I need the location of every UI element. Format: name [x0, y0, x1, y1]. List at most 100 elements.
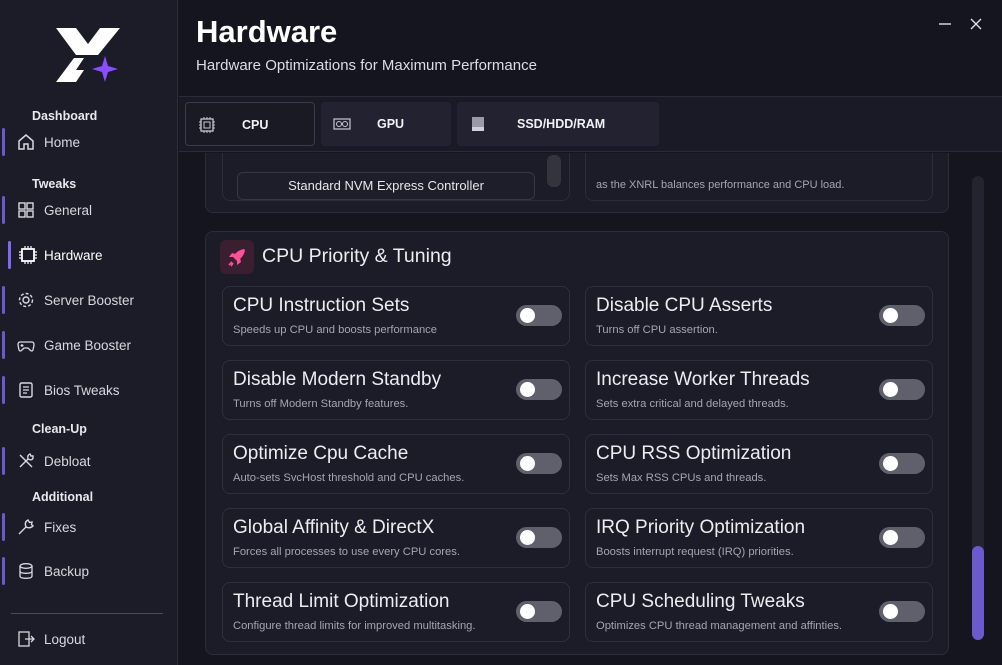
cpu-icon [199, 117, 215, 133]
sidebar-item-label: Bios Tweaks [44, 382, 120, 398]
tweak-card: Optimize Cpu Cache Auto-sets SvcHost thre… [222, 434, 570, 494]
logout-label: Logout [44, 631, 86, 647]
tweak-description: as the XNRL balances performance and CPU… [596, 179, 845, 191]
tweak-toggle[interactable] [516, 601, 562, 622]
tweak-description: Optimizes CPU thread management and affi… [596, 620, 843, 632]
sidebar-item-fixes[interactable]: Fixes [0, 509, 170, 545]
tweak-toggle[interactable] [879, 305, 925, 326]
toggle-knob [883, 530, 898, 545]
tweak-title: CPU Instruction Sets [233, 295, 410, 316]
section-label-cleanup: Clean-Up [32, 422, 87, 436]
logout-button[interactable]: Logout [0, 621, 170, 657]
sidebar-item-bios-tweaks[interactable]: Bios Tweaks [0, 372, 170, 408]
tab-cpu[interactable]: CPU [185, 102, 315, 146]
gpu-icon [333, 118, 351, 130]
tweak-card: Disable CPU Asserts Turns off CPU asserti… [585, 286, 933, 346]
tweak-toggle[interactable] [516, 527, 562, 548]
sidebar-item-home[interactable]: Home [0, 124, 170, 160]
sidebar-item-label: Server Booster [44, 292, 135, 308]
sidebar-item-label: Game Booster [44, 337, 132, 353]
sidebar-item-label: General [44, 202, 93, 218]
tweak-description: Sets extra critical and delayed threads. [596, 398, 789, 410]
sidebar-item-label: Debloat [44, 453, 91, 469]
nav-indicator [2, 286, 5, 314]
scrollbar-thumb[interactable] [972, 546, 984, 640]
tweak-description: Boosts interrupt request (IRQ) prioritie… [596, 546, 794, 558]
toggle-knob [520, 308, 535, 323]
section-icon-box [220, 240, 254, 274]
tweak-card: Increase Worker Threads Sets extra critic… [585, 360, 933, 420]
nvm-controller-item[interactable]: Standard NVM Express Controller [237, 172, 535, 200]
sidebar-item-hardware[interactable]: Hardware [0, 237, 170, 273]
gamepad-icon [17, 341, 35, 352]
tweak-toggle[interactable] [879, 601, 925, 622]
page-subtitle: Hardware Optimizations for Maximum Perfo… [196, 57, 537, 74]
tweak-card: Thread Limit Optimization Configure threa… [222, 582, 570, 642]
tab-label: SSD/HDD/RAM [517, 117, 606, 131]
toggle-knob [883, 604, 898, 619]
sidebar-item-label: Backup [44, 563, 90, 579]
sidebar-item-label: Home [44, 134, 81, 150]
tab-label: GPU [377, 117, 405, 131]
sidebar-item-server-booster[interactable]: Server Booster [0, 282, 170, 318]
tweak-description: Turns off Modern Standby features. [233, 398, 409, 410]
tweak-toggle[interactable] [516, 305, 562, 326]
minimize-button[interactable] [935, 14, 955, 34]
page-title: Hardware [196, 14, 338, 49]
toggle-knob [520, 456, 535, 471]
tweak-title: CPU RSS Optimization [596, 443, 792, 464]
sidebar-item-game-booster[interactable]: Game Booster [0, 327, 170, 363]
tab-ssd-hdd-ram[interactable]: SSD/HDD/RAM [457, 102, 659, 146]
content-scroll-area[interactable]: Standard NVM Express Controller as the X… [179, 153, 961, 665]
nav-indicator [2, 331, 5, 359]
tab-label: CPU [242, 118, 269, 132]
tab-gpu[interactable]: GPU [321, 102, 451, 146]
main-scrollbar[interactable] [972, 176, 984, 640]
toggle-knob [520, 604, 535, 619]
toggle-knob [883, 456, 898, 471]
grid-icon [18, 202, 34, 218]
nav-indicator-active [8, 241, 11, 269]
tweak-description: Speeds up CPU and boosts performance [233, 324, 437, 336]
tab-bar: CPU GPU SSD/HDD/RAM [179, 96, 1002, 152]
tweak-description: Configure thread limits for improved mul… [233, 620, 476, 632]
sidebar-item-label: Hardware [44, 247, 103, 263]
tweak-title: Global Affinity & DirectX [233, 517, 435, 538]
tweak-toggle[interactable] [879, 453, 925, 474]
drive-icon [472, 117, 484, 131]
tweak-title: Increase Worker Threads [596, 369, 810, 390]
app-logo [56, 28, 120, 82]
tweak-description: Auto-sets SvcHost threshold and CPU cach… [233, 472, 465, 484]
nav-indicator [2, 447, 5, 475]
tweak-toggle[interactable] [516, 379, 562, 400]
tweak-card: Global Affinity & DirectX Forces all proc… [222, 508, 570, 568]
tweak-description: Turns off CPU assertion. [596, 324, 718, 336]
tweak-card: Disable Modern Standby Turns off Modern S… [222, 360, 570, 420]
toggle-knob [883, 382, 898, 397]
close-button[interactable] [966, 14, 986, 34]
sidebar-item-debloat[interactable]: Debloat [0, 443, 170, 479]
sidebar-item-backup[interactable]: Backup [0, 553, 170, 589]
section-label-dashboard: Dashboard [32, 109, 98, 123]
tweak-card: CPU RSS Optimization Sets Max RSS CPUs an… [585, 434, 933, 494]
tweak-title: Disable Modern Standby [233, 369, 442, 390]
section-label-additional: Additional [32, 490, 94, 504]
controller-list-panel: Standard NVM Express Controller [222, 153, 570, 201]
sidebar-divider [11, 613, 163, 614]
sidebar-item-general[interactable]: General [0, 192, 170, 228]
nav-indicator [2, 513, 5, 541]
toggle-knob [883, 308, 898, 323]
sidebar-item-label: Fixes [44, 519, 77, 535]
tweak-title: IRQ Priority Optimization [596, 517, 806, 538]
section-title: CPU Priority & Tuning [262, 245, 452, 267]
wrench-icon [18, 519, 34, 535]
sidebar: Dashboard Home Tweaks General Hardware S… [0, 0, 178, 665]
gear-icon [18, 292, 34, 308]
nav-indicator [2, 557, 5, 585]
inner-scrollbar[interactable] [547, 155, 561, 187]
tweak-toggle[interactable] [879, 379, 925, 400]
logout-icon [18, 631, 35, 647]
tweak-toggle[interactable] [516, 453, 562, 474]
tweak-toggle[interactable] [879, 527, 925, 548]
database-icon [19, 563, 33, 579]
